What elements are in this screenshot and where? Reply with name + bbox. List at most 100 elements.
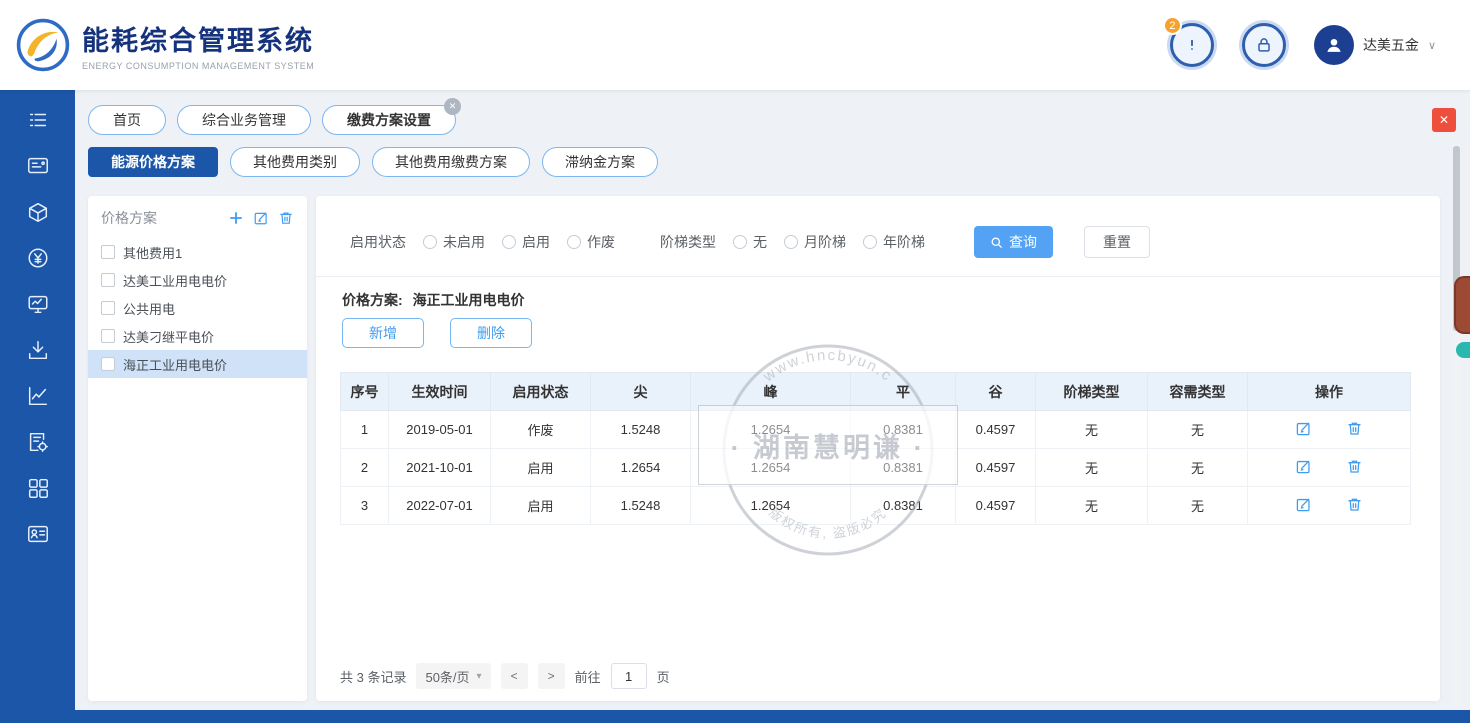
radio-tier-yearly[interactable]: 年阶梯: [863, 232, 925, 252]
chevron-down-icon: ∨: [1428, 39, 1436, 52]
subtab-label: 其他费用类别: [253, 154, 337, 170]
page-unit-label: 页: [657, 667, 670, 686]
col-header: 阶梯类型: [1036, 373, 1148, 411]
app-logo-icon: [16, 18, 70, 72]
plan-checkbox[interactable]: [101, 301, 115, 315]
plan-checkbox[interactable]: [101, 273, 115, 287]
prev-page-button[interactable]: <: [501, 663, 528, 689]
cell-effective-date: 2019-05-01: [389, 411, 491, 449]
radio-tier-none[interactable]: 无: [733, 232, 767, 252]
total-records-text: 共 3 条记录: [340, 667, 406, 686]
sidebar-item-download[interactable]: [18, 336, 58, 364]
cell-sharp: 1.5248: [591, 411, 691, 449]
sidebar-item-report[interactable]: [18, 290, 58, 318]
mascot-peek-icon[interactable]: [1454, 276, 1470, 334]
plan-list-item[interactable]: 公共用电: [88, 294, 307, 322]
plan-checkbox[interactable]: [101, 357, 115, 371]
sidebar-item-fees[interactable]: [18, 244, 58, 272]
cell-capacity-type: 无: [1148, 487, 1248, 525]
reset-button[interactable]: 重置: [1084, 226, 1150, 258]
sidebar-item-package[interactable]: [18, 198, 58, 226]
delete-row-button[interactable]: [1346, 458, 1363, 478]
price-table: 序号 生效时间 启用状态 尖 峰 平 谷 阶梯类型 容需类型 操作: [340, 372, 1408, 525]
sidebar-item-dashboard[interactable]: [18, 152, 58, 180]
sidebar-item-apps[interactable]: [18, 474, 58, 502]
radio-status-not-enabled[interactable]: 未启用: [423, 232, 485, 252]
goto-label: 前往: [575, 667, 601, 686]
edit-icon: [1295, 420, 1312, 437]
trash-icon: [1346, 420, 1363, 437]
person-icon: [1323, 34, 1345, 56]
edit-row-button[interactable]: [1295, 496, 1312, 516]
close-page-button[interactable]: ✕: [1432, 108, 1456, 132]
tab-business-management[interactable]: 综合业务管理: [177, 105, 311, 135]
plan-list-item[interactable]: 达美刁继平电价: [88, 322, 307, 350]
delete-plan-button[interactable]: [278, 210, 294, 226]
next-page-button[interactable]: >: [538, 663, 565, 689]
delete-row-button[interactable]: [1346, 496, 1363, 516]
tab-close-icon[interactable]: ✕: [444, 98, 461, 115]
radio-status-enabled[interactable]: 启用: [502, 232, 550, 252]
tier-filter-label: 阶梯类型: [660, 232, 716, 252]
vertical-scrollbar[interactable]: [1453, 142, 1460, 705]
add-record-button[interactable]: 新增: [342, 318, 424, 348]
reset-button-label: 重置: [1103, 234, 1131, 250]
filter-row: 启用状态 未启用 启用 作废 阶梯类型 无: [350, 226, 1150, 258]
cell-index: 2: [341, 449, 389, 487]
floating-widget[interactable]: [1454, 276, 1470, 358]
query-button[interactable]: 查询: [974, 226, 1053, 258]
plan-list-item-selected[interactable]: 海正工业用电电价: [88, 350, 307, 378]
subtab-other-fee-payment-plan[interactable]: 其他费用缴费方案: [372, 147, 530, 177]
plan-list-item[interactable]: 达美工业用电电价: [88, 266, 307, 294]
plan-checkbox[interactable]: [101, 329, 115, 343]
sidebar-item-trend[interactable]: [18, 382, 58, 410]
trend-chart-icon: [26, 384, 50, 408]
radio-status-voided[interactable]: 作废: [567, 232, 615, 252]
plan-label: 达美工业用电电价: [123, 271, 227, 290]
cell-valley: 0.4597: [956, 449, 1036, 487]
col-header: 谷: [956, 373, 1036, 411]
cell-peak: 1.2654: [691, 449, 851, 487]
lock-button[interactable]: [1242, 23, 1286, 67]
sidebar-item-menu[interactable]: [18, 106, 58, 134]
plan-list-item[interactable]: 其他费用1: [88, 238, 307, 266]
edit-row-button[interactable]: [1295, 420, 1312, 440]
cell-index: 1: [341, 411, 389, 449]
subtab-other-fee-category[interactable]: 其他费用类别: [230, 147, 360, 177]
add-plan-button[interactable]: [228, 210, 244, 226]
cell-peak: 1.2654: [691, 411, 851, 449]
trash-icon: [1346, 458, 1363, 475]
subtab-late-fee-plan[interactable]: 滞纳金方案: [542, 147, 658, 177]
plan-label: 公共用电: [123, 299, 175, 318]
price-plan-list: 其他费用1 达美工业用电电价 公共用电 达美刁继平电价 海正工业用电电价: [88, 238, 307, 378]
sidebar-item-data-card[interactable]: [18, 520, 58, 548]
cell-flat: 0.8381: [851, 487, 956, 525]
edit-plan-button[interactable]: [253, 210, 269, 226]
page-number-input[interactable]: [611, 663, 647, 689]
cell-effective-date: 2022-07-01: [389, 487, 491, 525]
cell-status: 启用: [491, 449, 591, 487]
cell-valley: 0.4597: [956, 411, 1036, 449]
radio-label: 作废: [587, 232, 615, 252]
notification-button[interactable]: 2: [1170, 23, 1214, 67]
user-menu[interactable]: 达美五金 ∨: [1314, 25, 1436, 65]
page-size-select[interactable]: 50条/页 ▾: [416, 663, 490, 689]
tab-label: 首页: [113, 112, 141, 128]
delete-record-button[interactable]: 删除: [450, 318, 532, 348]
col-header: 序号: [341, 373, 389, 411]
edit-icon: [253, 210, 269, 226]
edit-row-button[interactable]: [1295, 458, 1312, 478]
plan-label: 其他费用1: [123, 243, 182, 262]
pagination-bar: 共 3 条记录 50条/页 ▾ < > 前往 页: [340, 663, 670, 689]
radio-tier-monthly[interactable]: 月阶梯: [784, 232, 846, 252]
tab-label: 缴费方案设置: [347, 112, 431, 128]
cell-operations: [1248, 487, 1411, 525]
subtab-energy-price-plan[interactable]: 能源价格方案: [88, 147, 218, 177]
col-header: 容需类型: [1148, 373, 1248, 411]
delete-row-button[interactable]: [1346, 420, 1363, 440]
sidebar-item-settings-doc[interactable]: [18, 428, 58, 456]
tab-payment-plan-settings[interactable]: 缴费方案设置 ✕: [322, 105, 456, 135]
tab-home[interactable]: 首页: [88, 105, 166, 135]
widget-dot-icon[interactable]: [1456, 342, 1470, 358]
plan-checkbox[interactable]: [101, 245, 115, 259]
